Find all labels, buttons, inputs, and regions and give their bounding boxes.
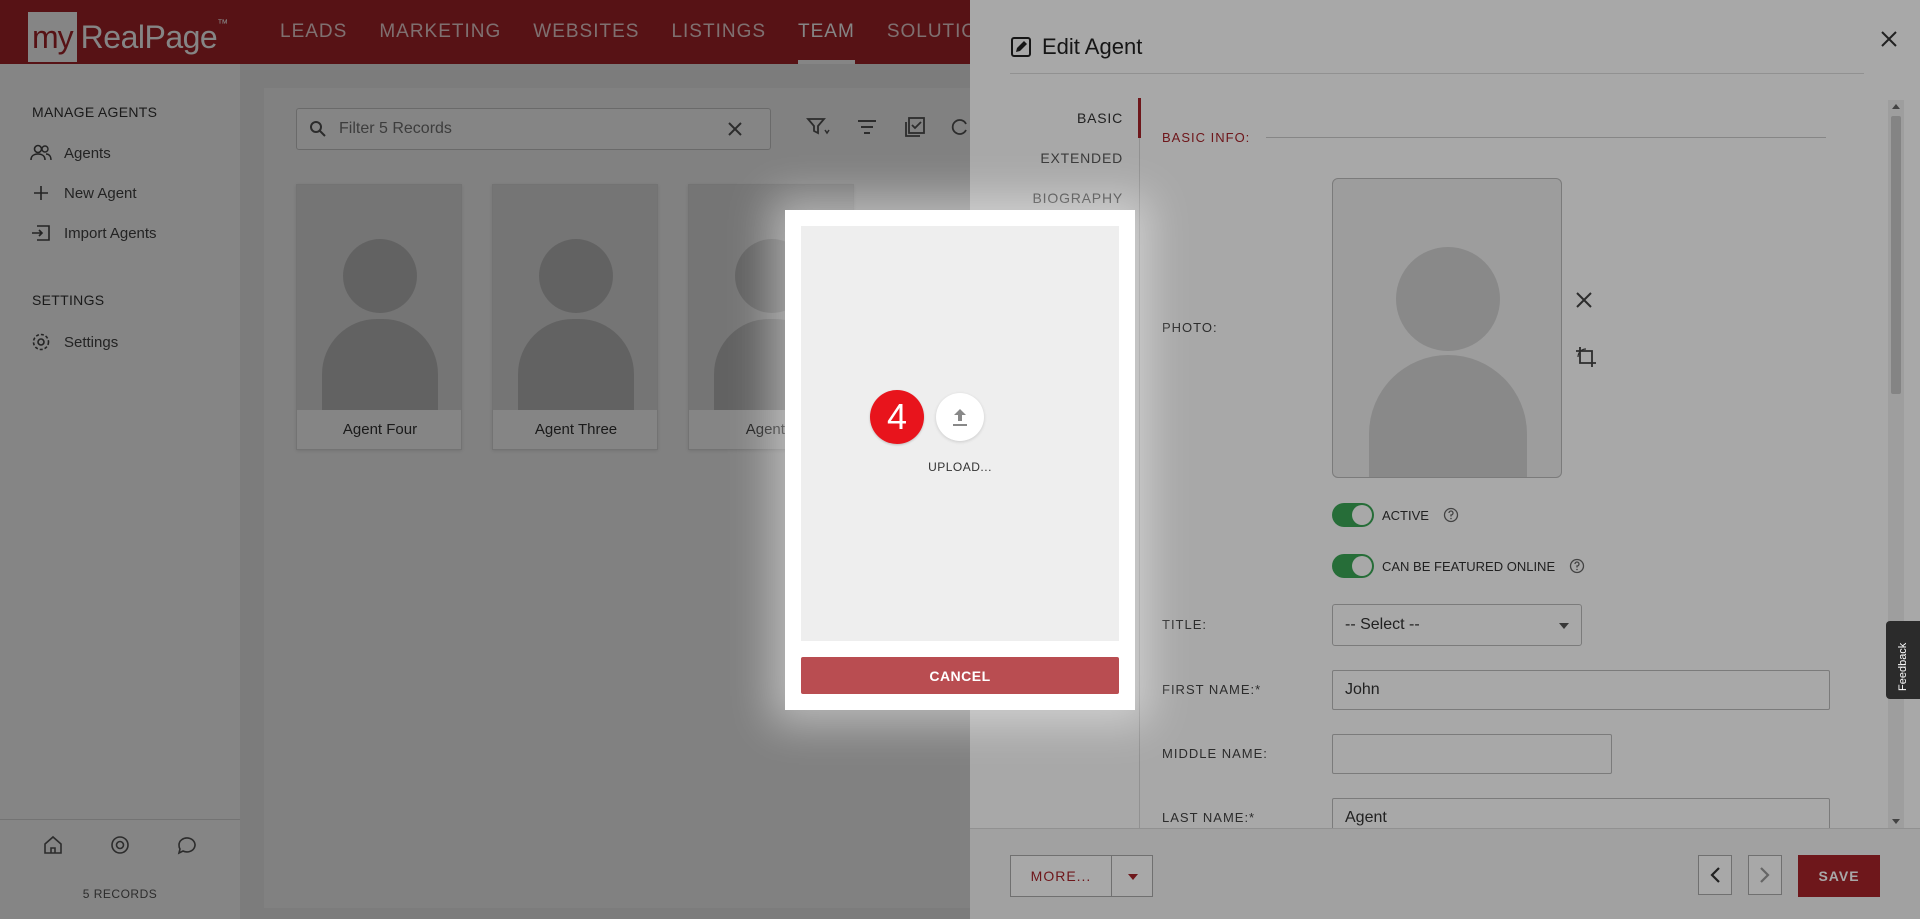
feedback-label: Feedback (1897, 642, 1909, 691)
photo-upload-dialog: 4 UPLOAD... CANCEL (785, 210, 1135, 710)
feedback-tab[interactable]: Feedback (1886, 621, 1920, 699)
upload-icon (953, 409, 967, 426)
upload-text: UPLOAD... (928, 460, 992, 474)
upload-button[interactable] (936, 393, 984, 441)
step-badge: 4 (870, 390, 924, 444)
cancel-button[interactable]: CANCEL (801, 657, 1119, 694)
upload-drop-zone[interactable]: 4 UPLOAD... (801, 226, 1119, 641)
